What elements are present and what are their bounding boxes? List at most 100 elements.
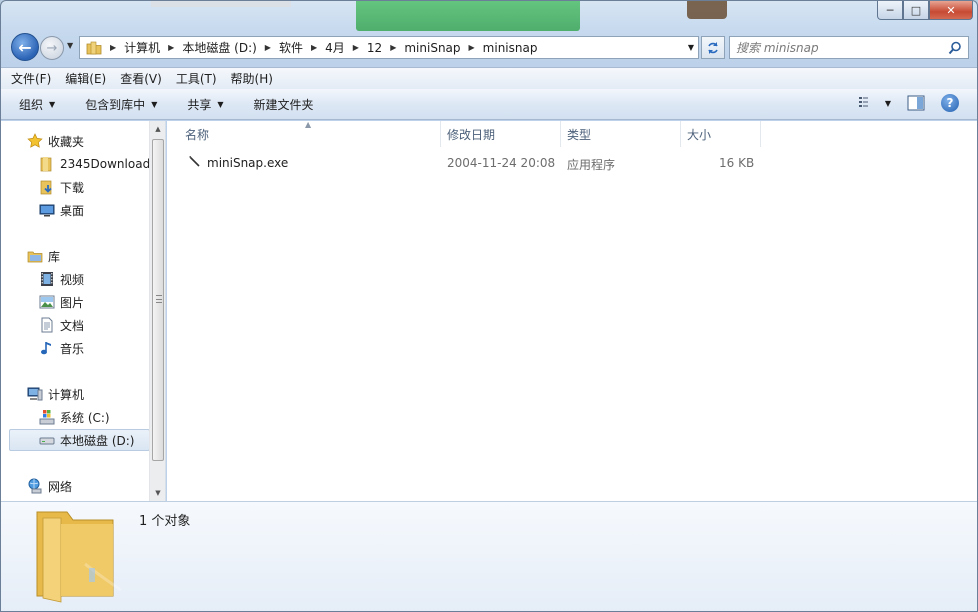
nav-item-label: 本地磁盘 (D:) <box>60 433 135 448</box>
column-date-label: 修改日期 <box>447 127 496 142</box>
address-folder-icon <box>86 40 102 56</box>
nav-item-system-drive[interactable]: 系统 (C:) <box>39 406 150 428</box>
column-name-label: 名称 <box>185 127 210 142</box>
navigation-tree: 收藏夹 2345Downloads 下载 桌面 库 视频 图片 文档 音乐 计算… <box>1 121 150 501</box>
nav-pane-scrollbar[interactable]: ▲ ▼ <box>149 121 165 501</box>
search-icon[interactable] <box>948 41 962 55</box>
video-icon <box>41 272 53 286</box>
system-drive-icon <box>39 410 55 425</box>
column-header-date[interactable]: 修改日期 <box>441 121 561 147</box>
chevron-down-icon: ▼ <box>67 41 74 50</box>
nav-favorites[interactable]: 收藏夹 <box>27 130 150 152</box>
executable-icon <box>189 156 200 167</box>
menu-view[interactable]: 查看(V) <box>120 70 162 87</box>
nav-item-local-disk-d[interactable]: 本地磁盘 (D:) <box>9 429 150 451</box>
menu-bar: 文件(F) 编辑(E) 查看(V) 工具(T) 帮助(H) <box>1 67 977 89</box>
breadcrumb-item[interactable]: 本地磁盘 (D:) <box>182 39 256 56</box>
new-folder-button[interactable]: 新建文件夹 <box>254 96 314 113</box>
grip-icon <box>156 295 162 303</box>
refresh-icon <box>708 41 718 54</box>
share-button[interactable]: 共享 ▼ <box>187 96 223 113</box>
nav-favorites-label: 收藏夹 <box>48 134 85 149</box>
nav-libraries-label: 库 <box>48 249 61 264</box>
search-box[interactable] <box>729 36 969 59</box>
preview-pane-button[interactable] <box>907 95 925 111</box>
menu-file[interactable]: 文件(F) <box>11 70 51 87</box>
network-icon <box>28 478 42 494</box>
star-icon <box>27 133 43 148</box>
arrow-left-icon: ← <box>18 37 32 57</box>
sort-ascending-icon: ▲ <box>305 120 312 129</box>
desktop-icon <box>39 204 55 217</box>
chevron-right-icon[interactable]: ▶ <box>469 43 475 52</box>
background-app-peek-3 <box>151 1 291 7</box>
chevron-down-icon: ▼ <box>151 99 158 109</box>
navigation-bar: ← → ▼ ▶ 计算机 ▶ 本地磁盘 (D:) ▶ 软件 ▶ 4月 ▶ 12 ▶… <box>9 33 969 61</box>
menu-help[interactable]: 帮助(H) <box>231 70 273 87</box>
background-app-peek <box>356 1 580 31</box>
nav-libraries[interactable]: 库 <box>27 245 150 267</box>
large-folder-icon <box>36 511 122 603</box>
breadcrumb-item[interactable]: minisnap <box>483 41 538 55</box>
breadcrumb-item[interactable]: miniSnap <box>404 41 460 55</box>
details-view-icon <box>858 97 868 107</box>
nav-network[interactable]: 网络 <box>27 475 150 497</box>
address-dropdown-icon[interactable]: ▼ <box>688 43 694 52</box>
column-header-type[interactable]: 类型 <box>561 121 681 147</box>
help-button[interactable]: ? <box>941 94 959 112</box>
nav-computer[interactable]: 计算机 <box>27 383 150 405</box>
chevron-right-icon[interactable]: ▶ <box>265 43 271 52</box>
organize-label: 组织 <box>19 97 44 112</box>
column-header-name[interactable]: ▲ 名称 <box>167 120 441 147</box>
scroll-up-icon[interactable]: ▲ <box>150 121 166 137</box>
document-icon <box>41 317 53 333</box>
maximize-button[interactable]: □ <box>903 1 929 20</box>
file-size: 16 KB <box>719 156 755 170</box>
refresh-button[interactable] <box>701 36 725 59</box>
chevron-right-icon[interactable]: ▶ <box>110 43 116 52</box>
view-options-button[interactable]: ▼ <box>858 96 891 110</box>
recent-pages-button[interactable]: ▼ <box>67 41 73 50</box>
chevron-right-icon[interactable]: ▶ <box>353 43 359 52</box>
scrollbar-thumb[interactable] <box>152 139 164 461</box>
chevron-down-icon: ▼ <box>217 99 224 109</box>
nav-item-videos[interactable]: 视频 <box>39 268 150 290</box>
column-size-label: 大小 <box>687 127 712 142</box>
preview-pane-icon <box>907 95 925 111</box>
back-button[interactable]: ← <box>11 33 39 61</box>
breadcrumb-item[interactable]: 计算机 <box>124 39 160 56</box>
nav-item-2345downloads[interactable]: 2345Downloads <box>39 153 150 175</box>
menu-edit[interactable]: 编辑(E) <box>65 70 106 87</box>
nav-item-pictures[interactable]: 图片 <box>39 291 150 313</box>
nav-item-music[interactable]: 音乐 <box>39 337 150 359</box>
table-row[interactable]: miniSnap.exe 2004-11-24 20:08 应用程序 16 KB <box>179 152 759 174</box>
close-button[interactable]: ✕ <box>929 1 973 20</box>
command-bar: 组织 ▼ 包含到库中 ▼ 共享 ▼ 新建文件夹 ▼ ? <box>1 89 977 120</box>
nav-item-label: 视频 <box>60 272 85 287</box>
include-in-library-button[interactable]: 包含到库中 ▼ <box>85 96 157 113</box>
address-bar[interactable]: ▶ 计算机 ▶ 本地磁盘 (D:) ▶ 软件 ▶ 4月 ▶ 12 ▶ miniS… <box>79 36 699 59</box>
organize-button[interactable]: 组织 ▼ <box>19 96 55 113</box>
column-headers: ▲ 名称 修改日期 类型 大小 <box>167 120 977 147</box>
nav-item-downloads[interactable]: 下载 <box>39 176 150 198</box>
minimize-button[interactable]: ─ <box>877 1 903 20</box>
menu-tools[interactable]: 工具(T) <box>176 70 217 87</box>
scroll-down-icon[interactable]: ▼ <box>150 485 166 501</box>
chevron-right-icon[interactable]: ▶ <box>311 43 317 52</box>
chevron-right-icon[interactable]: ▶ <box>390 43 396 52</box>
breadcrumb-item[interactable]: 软件 <box>279 39 303 56</box>
new-folder-label: 新建文件夹 <box>253 97 314 112</box>
hard-drive-icon <box>39 437 55 445</box>
nav-item-documents[interactable]: 文档 <box>39 314 150 336</box>
download-folder-icon <box>40 180 52 195</box>
details-pane: 1 个对象 <box>1 501 977 611</box>
picture-icon <box>39 295 55 309</box>
search-input[interactable] <box>736 40 948 55</box>
nav-item-desktop[interactable]: 桌面 <box>39 199 150 221</box>
nav-item-label: 音乐 <box>60 341 85 356</box>
chevron-right-icon[interactable]: ▶ <box>168 43 174 52</box>
forward-button[interactable]: → <box>40 36 64 60</box>
breadcrumb-item[interactable]: 12 <box>367 41 382 55</box>
column-header-size[interactable]: 大小 <box>681 121 761 147</box>
breadcrumb-item[interactable]: 4月 <box>325 39 345 56</box>
